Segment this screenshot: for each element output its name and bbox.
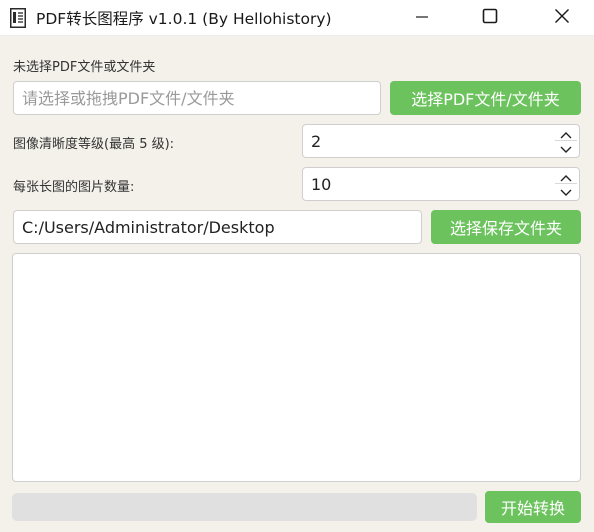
quality-decrease-button[interactable] [555,141,577,155]
select-pdf-button[interactable]: 选择PDF文件/文件夹 [390,81,581,115]
quality-label: 图像清晰度等级(最高 5 级): [13,137,175,152]
images-per-long-value: 10 [311,175,332,194]
images-per-long-decrease-button[interactable] [555,184,577,198]
images-per-long-spinbox[interactable]: 10 [302,167,580,201]
file-status-label: 未选择PDF文件或文件夹 [13,60,156,75]
images-per-long-label: 每张长图的图片数量: [13,180,135,195]
select-save-folder-button[interactable]: 选择保存文件夹 [431,210,581,244]
title-bar: PDF转长图程序 v1.0.1 (By Hellohistory) [0,0,594,36]
quality-spinbox[interactable]: 2 [302,124,580,158]
quality-value: 2 [311,132,322,151]
main-window: PDF转长图程序 v1.0.1 (By Hellohistory) 未选择PDF… [0,0,594,532]
progress-bar [12,493,477,521]
pdf-path-input[interactable] [13,81,381,115]
close-icon [554,8,570,28]
save-folder-input[interactable] [13,210,422,244]
minimize-button[interactable] [400,0,444,36]
quality-stepper [555,127,577,155]
log-output[interactable] [12,253,581,482]
close-button[interactable] [540,0,584,36]
chevron-down-icon [560,139,572,158]
start-convert-button[interactable]: 开始转换 [485,491,581,523]
window-title: PDF转长图程序 v1.0.1 (By Hellohistory) [36,10,332,28]
maximize-icon [482,8,498,28]
minimize-icon [415,9,429,28]
images-per-long-stepper [555,170,577,198]
chevron-down-icon [560,182,572,201]
maximize-button[interactable] [468,0,512,36]
document-icon [10,8,26,28]
